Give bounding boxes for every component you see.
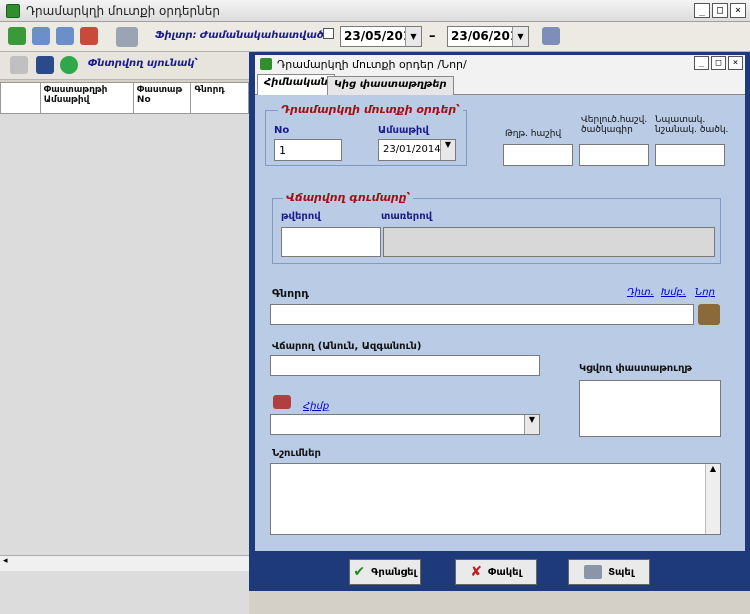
payer-label: Վճարող (Անուն, Ազգանուն) [272,341,422,352]
horizontal-scrollbar[interactable]: ◂ [0,555,249,571]
main-toolbar: Ֆիլտր: Ժամանակահատված՝ 23/05/2013 ▼ – 23/… [0,22,750,52]
filter-checkbox[interactable] [323,28,334,39]
tab-attached-docs[interactable]: Կից փաստաթղթեր [327,76,454,95]
left-panel: Փնտրվող սյունակ՝ Փաստաթղթի Ամսաթիվ Փաստա… [0,52,249,614]
attachment-input[interactable] [579,380,721,437]
date-from-field[interactable]: 23/05/2013 ▼ [340,26,422,47]
print-button[interactable]: Տպել [568,559,650,585]
amount-words-input [383,227,715,257]
search-column-tab[interactable]: Փնտրվող սյունակ՝ [88,58,198,69]
corr-account-label: Թղթ. հաշիվ [505,129,562,139]
window-controls: _ □ × [694,3,746,18]
order-group: Դրամարկղի մուտքի օրդեր՝ No 1 Ամսաթիվ 23/… [265,103,467,166]
no-label: No [274,125,290,136]
base-link[interactable]: Հիմք [303,401,329,412]
column-header[interactable]: Փաստաթղթի Ամսաթիվ [41,83,134,113]
maximize-button[interactable]: □ [711,56,726,70]
app-icon [260,58,272,70]
chevron-down-icon[interactable]: ▼ [405,27,421,46]
filter-icon[interactable] [36,56,54,74]
amount-digits-input[interactable] [281,227,381,257]
chevron-down-icon[interactable]: ▼ [524,415,539,434]
purpose-code-input[interactable] [655,144,725,166]
maximize-button[interactable]: □ [712,3,728,18]
delete-icon[interactable] [80,27,98,45]
payer-input[interactable] [270,355,540,376]
child-window-controls: _ □ × [694,56,743,70]
amount-group: Վճարվող գումարը՝ թվերով տառերով [272,191,721,264]
note-textarea[interactable]: ▲ [270,463,721,535]
app-icon [6,3,20,18]
minimize-button[interactable]: _ [694,3,710,18]
print-icon[interactable] [116,27,138,47]
buyer-label: Գնորդ [272,287,309,300]
checkmark-icon: ✔ [353,564,366,580]
cross-icon: ✘ [470,564,483,580]
words-label: տառերով [381,211,433,222]
child-window: Դրամարկղի մուտքի օրդեր /Նոր/ _ □ × Հիմնա… [249,52,750,591]
view-link[interactable]: Դիտ. [627,287,654,298]
close-button[interactable]: × [730,3,746,18]
date-input[interactable]: 23/01/2014 ▼ [378,139,456,161]
row-indicator-header [1,83,41,113]
form-body: Հիմնական Կից փաստաթղթեր Դրամարկղի մուտքի… [255,73,745,551]
note-label: Նշումներ [272,448,321,459]
filter-value: Ժամանակահատված՝ [200,30,328,41]
select-buyer-icon[interactable] [698,304,720,325]
grid-header: Փաստաթղթի Ամսաթիվ Փաստաթ No Գնորդ [0,82,249,114]
close-button[interactable]: × [728,56,743,70]
left-toolbar: Փնտրվող սյունակ՝ [0,52,249,80]
grid-body[interactable] [0,114,249,614]
analytic-account-label: Վերլուծ.հաշվ. ծածկագիր [581,115,648,135]
no-input[interactable]: 1 [274,139,342,161]
play-icon[interactable] [60,56,78,74]
edit-icon[interactable] [32,27,50,45]
refresh-icon[interactable] [542,27,560,45]
corr-account-input[interactable] [503,144,573,166]
save-button[interactable]: ✔ Գրանցել [349,559,421,585]
minimize-button[interactable]: _ [694,56,709,70]
date-to-field[interactable]: 23/06/2013 ▼ [447,26,529,47]
chevron-down-icon[interactable]: ▼ [512,27,528,46]
printer-icon [584,565,603,579]
window-title: Դրամարկղի մուտքի օրդերներ [26,3,220,18]
column-header[interactable]: Գնորդ [191,83,248,113]
add-icon[interactable] [8,27,26,45]
purpose-code-label: Նպատակ. նշանակ. ծածկ. [655,115,729,135]
vertical-scrollbar[interactable]: ▲ [705,464,720,534]
base-select[interactable]: ▼ [270,414,540,435]
view-icon[interactable] [56,27,74,45]
analytic-account-input[interactable] [579,144,649,166]
attachment-label: Կցվող փաստաթուղթ [579,363,692,374]
button-bar: ✔ Գրանցել ✘ Փակել Տպել [255,553,745,591]
tab-main[interactable]: Հիմնական [257,74,335,95]
child-title-bar: Դրամարկղի մուտքի օրդեր /Նոր/ _ □ × [255,55,745,73]
child-title: Դրամարկղի մուտքի օրդեր /Նոր/ [277,57,467,71]
title-bar: Դրամարկղի մուտքի օրդերներ _ □ × [0,0,750,22]
tab-strip: Հիմնական Կից փաստաթղթեր [255,73,745,95]
date-label: Ամսաթիվ [378,125,429,136]
clear-icon[interactable] [10,56,28,74]
book-icon [273,395,291,409]
filter-label: Ֆիլտր: [155,30,197,41]
close-form-button[interactable]: ✘ Փակել [455,559,537,585]
edit-link[interactable]: Խմբ. [661,287,686,298]
new-link[interactable]: Նոր [695,287,715,298]
buyer-input[interactable] [270,304,694,325]
digits-label: թվերով [281,211,321,222]
column-header[interactable]: Փաստաթ No [134,83,192,113]
chevron-down-icon[interactable]: ▼ [440,140,455,160]
